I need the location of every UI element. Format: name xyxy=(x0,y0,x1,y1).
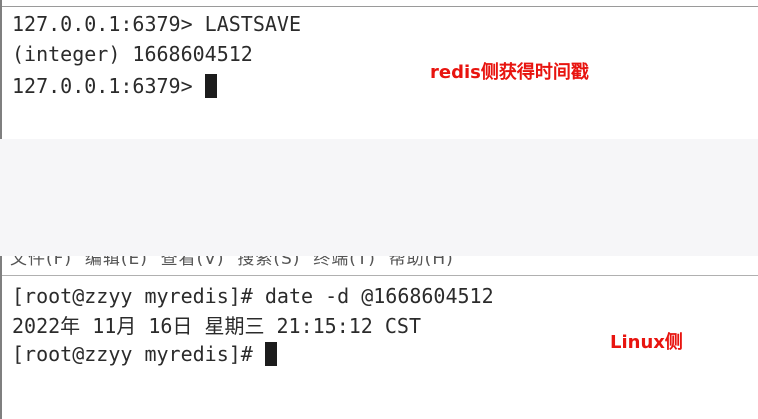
screenshot: 127.0.0.1:6379> LASTSAVE (integer) 16686… xyxy=(0,0,758,419)
terminal-line: (integer) 1668604512 xyxy=(12,42,253,66)
menubar-partial-text: 文件(F) 编辑(E) 查看(V) 搜索(S) 终端(T) 帮助(H) xyxy=(10,256,454,269)
terminal-line: [root@zzyy myredis]# date -d @1668604512 xyxy=(12,284,494,308)
redis-cli-terminal[interactable]: 127.0.0.1:6379> LASTSAVE (integer) 16686… xyxy=(0,0,758,139)
text-cursor xyxy=(264,342,277,366)
terminal-prompt-line[interactable]: 127.0.0.1:6379> xyxy=(12,74,217,98)
terminal-top-edge xyxy=(2,0,758,7)
terminal-line: 2022年 11月 16日 星期三 21:15:12 CST xyxy=(12,314,421,338)
terminal-prompt-line[interactable]: [root@zzyy myredis]# xyxy=(12,342,277,366)
terminal-menubar-cut: 文件(F) 编辑(E) 查看(V) 搜索(S) 终端(T) 帮助(H) xyxy=(2,256,758,276)
linux-annotation: Linux侧 xyxy=(610,332,683,353)
screenshot-gap xyxy=(0,139,758,256)
linux-shell-terminal[interactable]: 文件(F) 编辑(E) 查看(V) 搜索(S) 终端(T) 帮助(H) [roo… xyxy=(0,256,758,419)
redis-annotation: redis侧获得时间戳 xyxy=(430,62,589,83)
terminal-line: 127.0.0.1:6379> LASTSAVE xyxy=(12,12,301,36)
text-cursor xyxy=(204,74,217,98)
